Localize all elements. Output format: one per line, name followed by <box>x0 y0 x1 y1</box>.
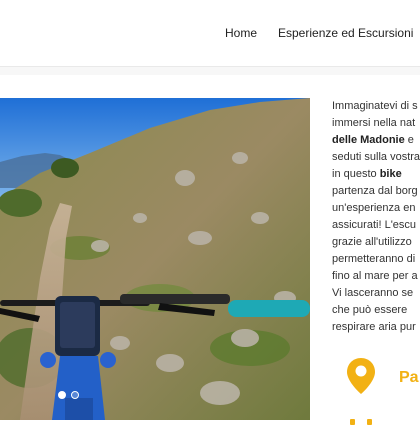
bold-place-name: delle Madonie <box>332 134 405 146</box>
article-description: Immaginatevi di s immersi nella nat dell… <box>332 98 420 336</box>
text-line: Immaginatevi di s <box>332 100 418 112</box>
mountain-bike-photo <box>0 98 310 420</box>
text-line: immersi nella nat <box>332 117 416 129</box>
text-line: partenza dal borg <box>332 185 418 197</box>
text-line: che può essere <box>332 304 408 316</box>
text-line: permetteranno di <box>332 253 416 265</box>
nav-experiences-link[interactable]: Esperienze ed Escursioni <box>278 26 413 40</box>
text-line: grazie all'utilizzo <box>332 236 412 248</box>
carousel-dot-active[interactable] <box>58 391 66 399</box>
text-line: assicurati! L'escu <box>332 219 417 231</box>
text-line: in questo bike <box>332 166 420 183</box>
text-line: delle Madonie e <box>332 132 420 149</box>
text-line: un'esperienza en <box>332 202 416 214</box>
text-fragment: in questo <box>332 168 380 180</box>
carousel-dot[interactable] <box>71 391 79 399</box>
map-pin-icon <box>346 357 376 400</box>
site-header: Home Esperienze ed Escursioni <box>0 0 420 67</box>
text-line: seduti sulla vostra <box>332 151 420 163</box>
text-line: Vi lasceranno se <box>332 287 414 299</box>
bold-bike-word: bike <box>379 168 402 180</box>
header-divider-band <box>0 67 420 75</box>
text-fragment: e <box>404 134 414 146</box>
text-line: respirare aria pur <box>332 321 416 333</box>
text-line: fino al mare per a <box>332 270 418 282</box>
place-label: Pa <box>399 369 419 386</box>
hero-image-carousel[interactable] <box>0 98 310 420</box>
sun-icon <box>347 412 375 430</box>
nav-home-link[interactable]: Home <box>225 26 257 40</box>
